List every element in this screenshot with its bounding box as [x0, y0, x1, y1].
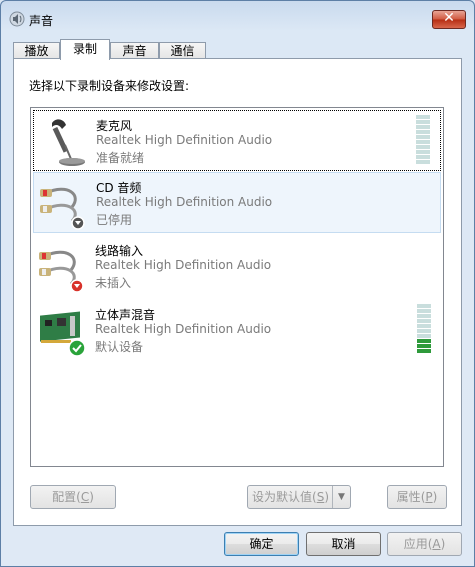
access-key: A [432, 537, 441, 551]
speaker-icon [9, 11, 25, 27]
access-key: C [80, 490, 90, 504]
device-status: 准备就绪 [96, 151, 145, 165]
properties-button[interactable]: 属性(P) [387, 485, 447, 509]
ok-button[interactable]: 确定 [224, 532, 299, 556]
tab-label: 声音 [122, 44, 147, 58]
button-label: 确定 [249, 537, 274, 551]
device-line-in[interactable]: 线路输入 Realtek High Definition Audio 未插入 [33, 236, 441, 297]
sound-card-icon [40, 311, 86, 357]
window-title: 声音 [29, 14, 54, 28]
device-name: 线路输入 [95, 244, 144, 258]
rca-cable-icon [40, 187, 85, 230]
access-key: S [316, 490, 325, 504]
title-bar[interactable]: 声音 ✕ [1, 1, 474, 35]
device-list[interactable]: 麦克风 Realtek High Definition Audio 准备就绪 C… [30, 107, 444, 467]
device-stereo-mix[interactable]: 立体声混音 Realtek High Definition Audio 默认设备 [33, 300, 441, 361]
device-description: Realtek High Definition Audio [95, 322, 272, 336]
device-name: 麦克风 [96, 119, 133, 133]
cancel-button[interactable]: 取消 [306, 532, 381, 556]
device-cd-audio[interactable]: CD 音频 Realtek High Definition Audio 已停用 [33, 172, 441, 233]
tab-label: 通信 [170, 44, 195, 58]
button-label: 配置 [52, 490, 77, 504]
tab-recording[interactable]: 录制 [60, 39, 110, 60]
level-meter [417, 304, 431, 356]
tab-playback[interactable]: 播放 [13, 42, 60, 59]
button-label: 应用 [403, 537, 428, 551]
button-label: 设为默认值 [251, 490, 312, 504]
recording-panel: 选择以下录制设备来修改设置: 麦克风 Realtek High Definiti… [13, 58, 462, 526]
chevron-down-icon[interactable]: ▼ [332, 486, 350, 508]
close-icon: ✕ [443, 10, 455, 26]
configure-button[interactable]: 配置(C) [30, 485, 116, 509]
device-status: 已停用 [96, 213, 133, 227]
device-microphone[interactable]: 麦克风 Realtek High Definition Audio 准备就绪 [33, 110, 441, 171]
instruction-text: 选择以下录制设备来修改设置: [29, 79, 190, 93]
device-status: 未插入 [95, 276, 132, 290]
rca-cable-icon [39, 250, 84, 293]
tab-sounds[interactable]: 声音 [110, 42, 159, 59]
device-description: Realtek High Definition Audio [95, 258, 272, 272]
device-status: 默认设备 [95, 340, 144, 354]
button-label: 取消 [331, 537, 356, 551]
button-label: 属性 [396, 490, 421, 504]
device-name: CD 音频 [96, 181, 142, 195]
check-badge-icon [68, 339, 86, 357]
device-description: Realtek High Definition Audio [96, 195, 273, 209]
tab-label: 播放 [24, 44, 49, 58]
tab-communications[interactable]: 通信 [159, 42, 206, 59]
apply-button[interactable]: 应用(A) [387, 532, 462, 556]
tab-label: 录制 [72, 42, 97, 56]
sound-dialog: 声音 ✕ 播放 录制 声音 通信 选择以下录制设备来修改设置: 麦克风 Real… [0, 0, 475, 567]
access-key: P [425, 490, 433, 504]
device-description: Realtek High Definition Audio [96, 133, 273, 147]
level-meter [416, 115, 430, 167]
device-name: 立体声混音 [95, 308, 156, 322]
set-default-button[interactable]: 设为默认值(S) ▼ [247, 485, 351, 509]
microphone-icon [52, 119, 85, 166]
close-button[interactable]: ✕ [432, 10, 466, 29]
